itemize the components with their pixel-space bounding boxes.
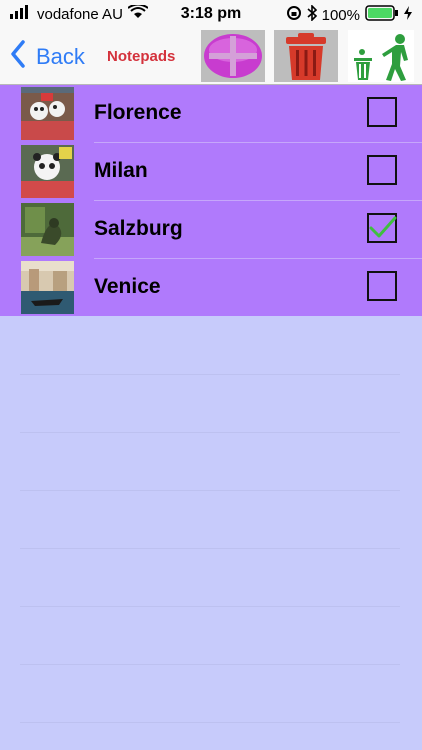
notepad-label: Milan <box>94 159 148 182</box>
ruled-line <box>20 490 400 491</box>
trash-icon <box>274 30 338 86</box>
list-item[interactable]: Venice <box>0 259 422 317</box>
nav-bar: Back Notepads <box>0 28 422 85</box>
status-right: 100% <box>286 4 412 25</box>
select-checkbox[interactable] <box>367 155 397 185</box>
clear-all-button[interactable] <box>348 30 414 82</box>
notepad-label: Florence <box>94 101 182 124</box>
rotation-lock-icon <box>286 5 302 25</box>
page-title: Notepads <box>107 48 176 65</box>
notepad-list: Florence Milan Salzburg Venice <box>0 85 422 316</box>
chevron-left-icon <box>10 40 26 74</box>
recycle-person-icon <box>348 30 414 86</box>
ruled-line <box>20 722 400 723</box>
list-item[interactable]: Milan <box>0 143 422 201</box>
add-icon <box>201 30 265 86</box>
list-item[interactable]: Florence <box>0 85 422 143</box>
notepad-label: Salzburg <box>94 217 183 240</box>
select-checkbox[interactable] <box>367 213 397 243</box>
back-label: Back <box>36 44 85 69</box>
ruled-line <box>20 432 400 433</box>
charging-bolt-icon <box>404 6 412 24</box>
status-bar: vodafone AU 3:18 pm 100% <box>0 0 422 28</box>
ruled-line <box>20 548 400 549</box>
thumbnail-image <box>21 87 74 140</box>
list-item[interactable]: Salzburg <box>0 201 422 259</box>
ruled-line <box>20 664 400 665</box>
thumbnail-image <box>21 145 74 198</box>
ruled-line <box>20 374 400 375</box>
notepad-label: Venice <box>94 275 161 298</box>
select-checkbox[interactable] <box>367 97 397 127</box>
add-button[interactable] <box>201 30 265 82</box>
thumbnail-image <box>21 261 74 314</box>
battery-label: 100% <box>321 6 360 24</box>
ruled-line <box>20 606 400 607</box>
thumbnail-image <box>21 203 74 256</box>
delete-button[interactable] <box>274 30 338 82</box>
back-button[interactable]: Back <box>10 40 85 74</box>
bluetooth-icon <box>307 4 317 25</box>
battery-icon <box>365 5 399 25</box>
select-checkbox[interactable] <box>367 271 397 301</box>
